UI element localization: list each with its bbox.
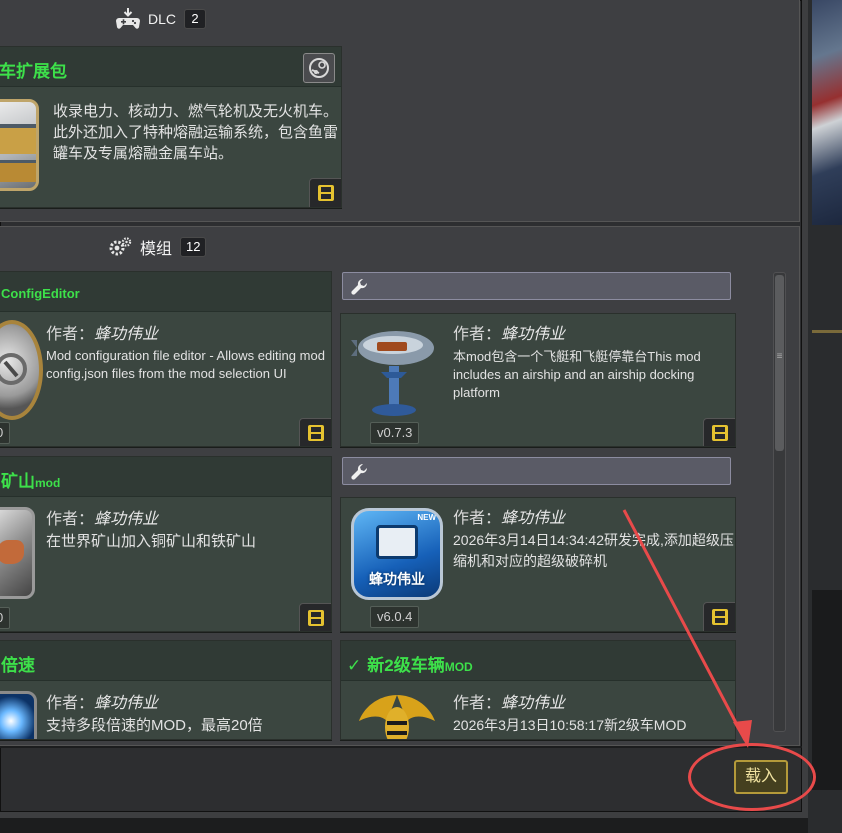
vehicles-thumbnail [351, 691, 443, 739]
author-name: 蜂功伟业 [94, 326, 159, 343]
mod-description: 2026年3月14日14:34:42研发完成,添加超级压缩机和对应的超级破碎机 [453, 532, 734, 569]
mine-thumbnail [0, 507, 35, 599]
dlc-card-title: 车扩展包 [0, 62, 67, 81]
background-game-scene [812, 0, 842, 225]
save-icon [308, 425, 324, 441]
mod-description: 本mod包含一个飞艇和飞艇停靠台This mod includes an air… [453, 349, 701, 400]
save-icon [712, 609, 728, 625]
configeditor-thumbnail [0, 320, 43, 420]
mod-card-title: ✓ 新2级车辆MOD [347, 651, 473, 676]
save-button[interactable] [299, 603, 331, 631]
mod-description: 2026年3月13日10:58:17新2级车MOD [453, 717, 687, 733]
author-name: 蜂功伟业 [501, 510, 566, 527]
mod-card-speed[interactable]: 倍速 作者：蜂功伟业 支持多段倍速的MOD，最高20倍 [0, 640, 332, 740]
save-button[interactable] [703, 602, 735, 631]
wrench-icon [351, 463, 368, 480]
mod-author: 作者：蜂功伟业 [46, 689, 158, 713]
mod-version: v6.0.4 [370, 606, 420, 628]
mod-author: 作者：蜂功伟业 [453, 320, 565, 344]
mod-card-configeditor[interactable]: ConfigEditor 作者：蜂功伟业 Mod configuration f… [0, 271, 332, 447]
wrench-icon [351, 278, 368, 295]
dlc-card[interactable]: 车扩展包 收录电力、核动力、燃气轮机及无火机车。此外还加入了特种熔融运输系统，包… [0, 46, 342, 208]
mods-section-label: 模组 [140, 241, 173, 258]
author-label: 作者： [453, 326, 502, 343]
new-badge: NEW [417, 513, 436, 522]
mod-card-title: 倍速 [1, 656, 35, 675]
mod-author: 作者：蜂功伟业 [453, 504, 565, 528]
background-divider [812, 330, 842, 333]
bee-emblem-image [359, 695, 435, 739]
gears-icon [109, 237, 132, 256]
save-button[interactable] [703, 418, 735, 446]
author-label: 作者： [453, 510, 502, 527]
dlc-thumbnail [0, 99, 39, 191]
mod-card-compressor[interactable]: NEW 蜂功伟业 作者：蜂功伟业 2026年3月14日14:34:42研发完成,… [340, 497, 736, 632]
mod-version: 0 [0, 422, 11, 444]
train-car-image [0, 160, 36, 182]
dlc-count-badge: 2 [184, 9, 207, 29]
save-button[interactable] [309, 178, 341, 207]
mod-author: 作者：蜂功伟业 [46, 320, 158, 344]
mods-section-header: 模组 12 [108, 235, 207, 259]
save-icon [308, 610, 324, 626]
mod-author: 作者：蜂功伟业 [453, 689, 565, 713]
steam-button[interactable] [303, 53, 335, 83]
mod-author: 作者：蜂功伟业 [46, 505, 158, 529]
background-dark-area [812, 590, 842, 790]
speed-thumbnail [0, 691, 37, 739]
load-button[interactable]: 载入 [734, 760, 788, 794]
mod-description: 支持多段倍速的MOD，最高20倍 [46, 717, 263, 734]
thumbnail-brand-text: 蜂功伟业 [369, 571, 425, 587]
compressor-thumbnail: NEW 蜂功伟业 [351, 508, 443, 600]
author-name: 蜂功伟业 [94, 511, 159, 528]
mods-count-badge: 12 [180, 237, 207, 257]
save-icon [712, 425, 728, 441]
author-label: 作者： [453, 695, 502, 712]
mod-card-mine[interactable]: 矿山mod 作者：蜂功伟业 在世界矿山加入铜矿山和铁矿山 0 [0, 456, 332, 632]
mod-version: 0 [0, 607, 11, 629]
author-name: 蜂功伟业 [94, 695, 159, 712]
save-icon [318, 185, 334, 201]
author-label: 作者： [46, 511, 95, 528]
mod-settings-bar[interactable] [342, 457, 731, 485]
enabled-check-icon: ✓ [347, 656, 362, 675]
mod-settings-bar[interactable] [342, 272, 731, 300]
mod-version: v0.7.3 [370, 422, 420, 444]
dlc-section-header: DLC 2 [116, 8, 207, 30]
mod-title-suffix: MOD [444, 660, 473, 674]
dlc-section-label: DLC [148, 11, 177, 27]
mod-card-title: ConfigEditor [1, 286, 80, 301]
mod-panel: DLC 2 车扩展包 收录电力、核动力、燃气轮机及无火机车。此外还加入了特种熔融… [0, 0, 808, 818]
author-label: 作者： [46, 326, 95, 343]
author-name: 蜂功伟业 [501, 695, 566, 712]
mod-title-text: 新2级车辆 [367, 656, 445, 675]
mod-title-text: 矿山 [1, 472, 35, 491]
compressor-image [376, 525, 418, 559]
mod-title-suffix: mod [35, 476, 61, 490]
airship-image [351, 331, 434, 416]
mod-card-vehicles[interactable]: ✓ 新2级车辆MOD 作者：蜂功伟业 2026年3月13日10:58:17新2级车… [340, 640, 736, 740]
airship-thumbnail [351, 320, 441, 420]
scrollbar-grip-icon: ≡ [776, 351, 783, 362]
save-button[interactable] [299, 418, 331, 446]
gamepad-download-icon [116, 8, 140, 29]
mods-scrollbar[interactable] [773, 272, 786, 732]
mod-description: 在世界矿山加入铜矿山和铁矿山 [46, 533, 257, 550]
mod-card-title-bar [0, 641, 331, 681]
train-car-image [0, 124, 36, 154]
mod-card-airship[interactable]: 作者：蜂功伟业 本mod包含一个飞艇和飞艇停靠台This mod include… [340, 313, 736, 447]
author-name: 蜂功伟业 [501, 326, 566, 343]
dlc-card-description: 收录电力、核动力、燃气轮机及无火机车。此外还加入了特种熔融运输系统，包含鱼雷罐车… [53, 103, 339, 162]
author-label: 作者： [46, 695, 95, 712]
ore-image [0, 540, 24, 564]
mod-manager-window: DLC 2 车扩展包 收录电力、核动力、燃气轮机及无火机车。此外还加入了特种熔融… [0, 0, 842, 833]
wrench-gear-icon [0, 353, 27, 385]
footer-divider [0, 746, 802, 748]
mod-description: Mod configuration file editor - Allows e… [46, 348, 325, 381]
steam-icon [309, 58, 329, 78]
mod-card-title: 矿山mod [1, 467, 60, 492]
